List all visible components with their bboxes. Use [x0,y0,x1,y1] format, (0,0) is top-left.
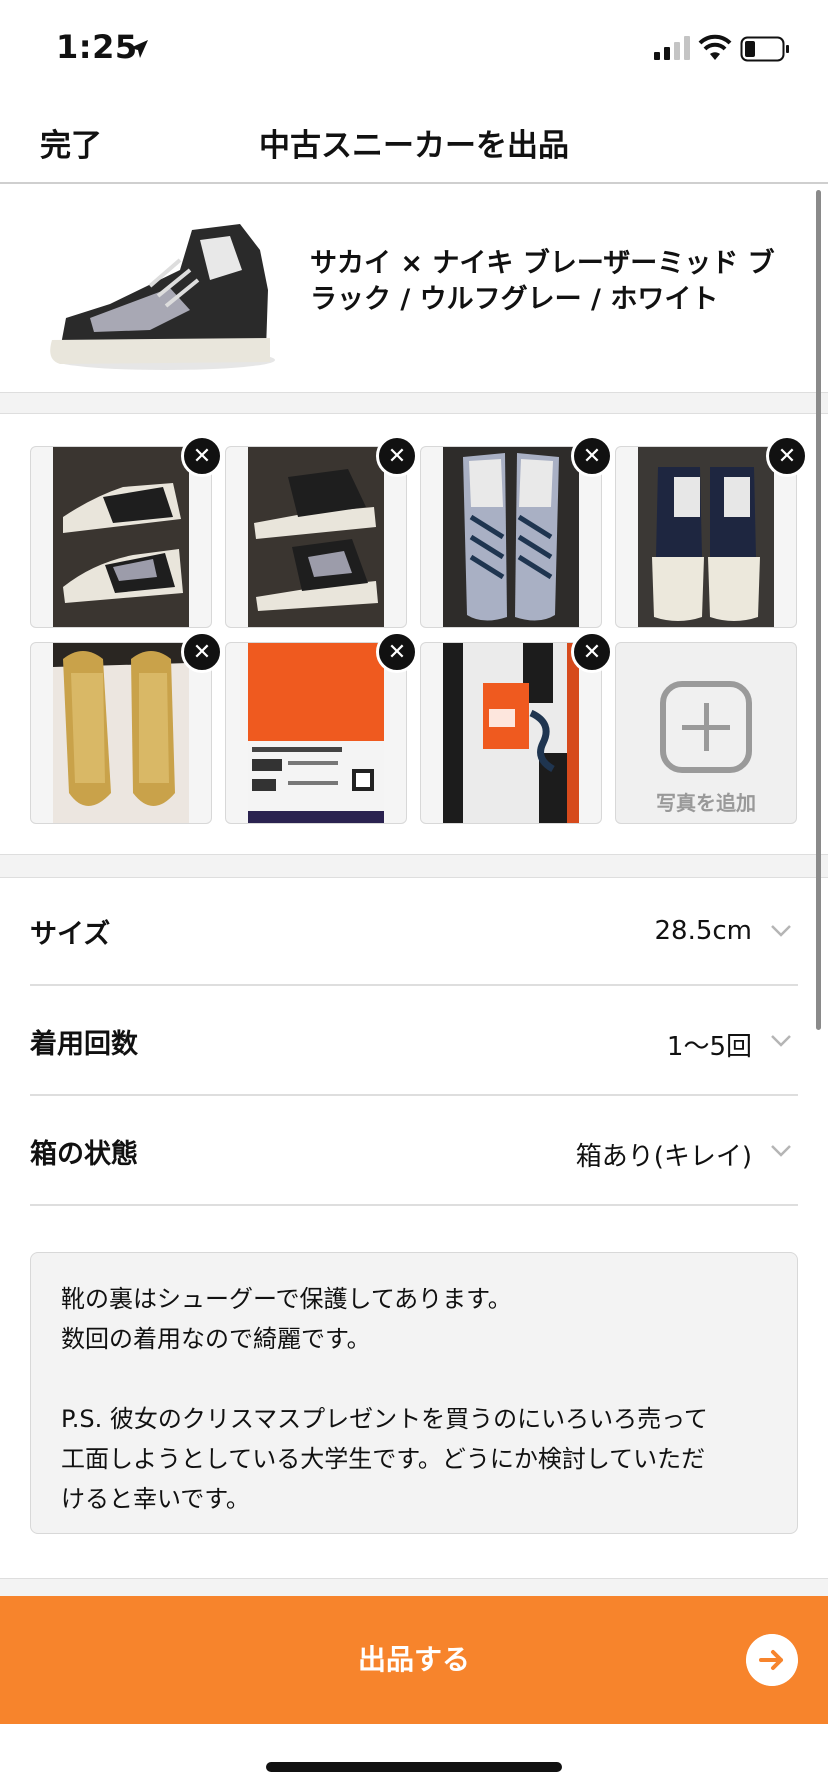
status-time: 1:25 [56,28,138,66]
section-divider [0,392,828,414]
section-divider [0,1578,828,1596]
submit-label: 出品する [357,1644,470,1675]
home-indicator[interactable] [266,1762,562,1772]
delete-photo-button[interactable]: ✕ [571,435,613,477]
box-condition-value: 箱あり(キレイ) [575,1142,752,1172]
size-value: 28.5cm [654,916,752,946]
chevron-down-icon [771,1035,791,1047]
battery-icon [740,36,789,62]
photo-grid: ✕ ✕ ✕ ✕ ✕ ✕ ✕ 写真を追加 [0,414,828,854]
add-photo-button[interactable]: 写真を追加 [615,642,797,824]
size-label: サイズ [30,919,111,950]
wear-count-label: 着用回数 [30,1029,138,1060]
arrow-right-icon [746,1634,798,1686]
product-name: サカイ × ナイキ ブレーザーミッド ブラック / ウルフグレー / ホワイト [310,248,775,315]
sneaker-photo-back [638,447,774,627]
done-button[interactable]: 完了 [40,120,102,165]
sneaker-photo-side [248,447,384,627]
photo-thumbnail[interactable]: ✕ [420,631,613,824]
delete-photo-button[interactable]: ✕ [376,631,418,673]
status-bar: 1:25 [0,0,828,100]
sneaker-image [30,200,296,380]
submit-listing-button[interactable]: 出品する [0,1596,828,1724]
wifi-icon [698,34,732,60]
sneaker-photo-side [53,447,189,627]
description-textarea[interactable]: 靴の裏はシューグーで保護してあります。 数回の着用なので綺麗です。 P.S. 彼… [30,1252,798,1534]
photo-thumbnail[interactable]: ✕ [225,631,418,824]
scrollbar[interactable] [816,190,821,1030]
add-photo-label: 写真を追加 [656,791,756,815]
section-divider [0,854,828,878]
chevron-down-icon [771,925,791,937]
box-condition-label: 箱の状態 [30,1139,138,1170]
photo-thumbnail[interactable]: ✕ [225,435,418,628]
sneaker-photo-sole [53,643,189,823]
add-photo-icon [660,681,752,773]
shoebox-label-photo [248,643,384,823]
box-condition-select[interactable]: 箱の状態 箱あり(キレイ) [30,1098,798,1206]
sneaker-photo-top [443,447,579,627]
location-arrow-icon [130,40,148,58]
delete-photo-button[interactable]: ✕ [766,435,808,477]
cellular-signal-icon [654,36,690,60]
photo-thumbnail[interactable]: ✕ [420,435,613,628]
photo-thumbnail[interactable]: ✕ [615,435,808,628]
delete-photo-button[interactable]: ✕ [571,631,613,673]
page-title: 中古スニーカーを出品 [259,128,569,164]
chevron-down-icon [771,1145,791,1157]
photo-thumbnail[interactable]: ✕ [30,435,223,628]
wear-count-value: 1〜5回 [666,1032,752,1062]
size-select[interactable]: サイズ 28.5cm [30,878,798,986]
photo-thumbnail[interactable]: ✕ [30,631,223,824]
product-summary: サカイ × ナイキ ブレーザーミッド ブラック / ウルフグレー / ホワイト [0,186,828,392]
nav-bar: 中古スニーカーを出品 完了 [0,100,828,184]
delete-photo-button[interactable]: ✕ [376,435,418,477]
box-contents-photo [443,643,579,823]
delete-photo-button[interactable]: ✕ [181,435,223,477]
delete-photo-button[interactable]: ✕ [181,631,223,673]
wear-count-select[interactable]: 着用回数 1〜5回 [30,988,798,1096]
